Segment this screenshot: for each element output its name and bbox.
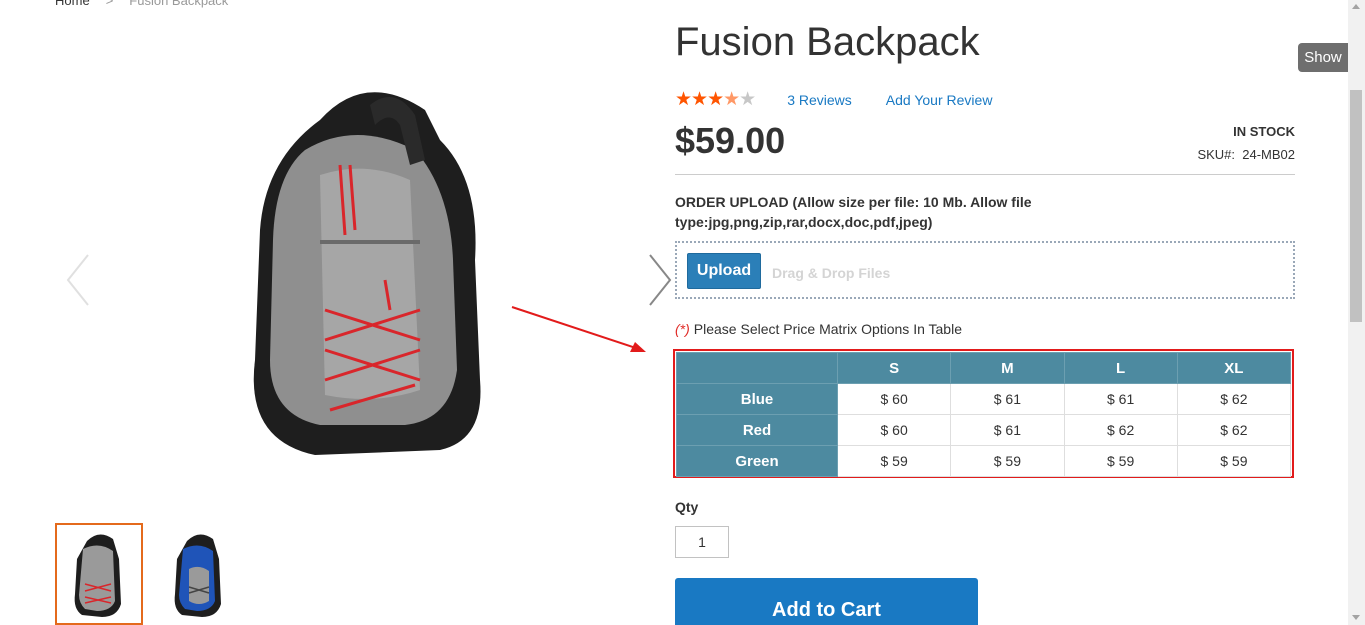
matrix-price-cell[interactable]: $ 61 <box>950 414 1065 446</box>
gallery-next-icon[interactable] <box>638 250 678 310</box>
product-title: Fusion Backpack <box>675 20 980 64</box>
thumbnail-blue-backpack[interactable] <box>155 523 243 625</box>
order-upload-label: ORDER UPLOAD (Allow size per file: 10 Mb… <box>675 194 1032 230</box>
page-scrollbar[interactable] <box>1348 0 1365 625</box>
gallery-prev-icon[interactable] <box>60 250 100 310</box>
required-marker: (*) <box>675 321 690 337</box>
thumbnail-gray-backpack[interactable] <box>55 523 143 625</box>
scroll-down-icon[interactable] <box>1352 615 1360 620</box>
price-matrix-note-text: Please Select Price Matrix Options In Ta… <box>693 321 962 337</box>
matrix-price-cell[interactable]: $ 59 <box>836 445 952 477</box>
matrix-price-cell[interactable]: $ 59 <box>950 445 1065 477</box>
product-info: Fusion Backpack ★★★★★ 3 Reviews Add Your… <box>673 20 1295 625</box>
scroll-thumb[interactable] <box>1350 90 1362 322</box>
qty-input[interactable]: 1 <box>675 526 729 558</box>
show-panel-tab[interactable]: Show <box>1298 43 1348 72</box>
backpack-blue-icon <box>174 534 221 617</box>
upload-button[interactable]: Upload <box>687 253 761 289</box>
scroll-up-icon[interactable] <box>1352 4 1360 9</box>
matrix-price-cell[interactable]: $ 62 <box>1176 414 1292 446</box>
matrix-header-row: S M L XL <box>676 352 1292 384</box>
stock-status: IN STOCK <box>1233 124 1295 139</box>
matrix-row-header: Blue <box>676 383 838 415</box>
breadcrumb: Home > Fusion Backpack <box>55 0 228 8</box>
matrix-price-cell[interactable]: $ 60 <box>836 383 952 415</box>
price-matrix-highlight: S M L XL Blue $ 60 $ 61 $ 61 $ 62 Red $ … <box>673 349 1294 478</box>
reviews-link[interactable]: 3 Reviews <box>787 92 852 108</box>
matrix-col-header: S <box>836 352 952 384</box>
annotation-arrow-icon <box>511 306 646 352</box>
product-sku: SKU#: 24-MB02 <box>1197 147 1295 162</box>
backpack-gray-icon <box>74 534 121 617</box>
rating-stars-icon: ★★★★★ <box>675 89 756 110</box>
thumbnail-strip <box>55 523 243 625</box>
divider <box>675 174 1295 175</box>
matrix-corner-cell <box>676 352 838 384</box>
matrix-col-header: M <box>950 352 1065 384</box>
rating-summary: ★★★★★ 3 Reviews Add Your Review <box>675 88 1026 111</box>
breadcrumb-home[interactable]: Home <box>55 0 90 8</box>
breadcrumb-current: Fusion Backpack <box>129 0 229 8</box>
add-review-link[interactable]: Add Your Review <box>886 92 993 108</box>
table-row: Red $ 60 $ 61 $ 62 $ 62 <box>676 414 1292 446</box>
sku-value: 24-MB02 <box>1242 147 1295 162</box>
matrix-price-cell[interactable]: $ 59 <box>1063 445 1178 477</box>
matrix-price-cell[interactable]: $ 61 <box>1063 383 1178 415</box>
sku-label: SKU#: <box>1197 147 1236 162</box>
matrix-price-cell[interactable]: $ 62 <box>1063 414 1178 446</box>
matrix-row-header: Red <box>676 414 838 446</box>
price-matrix-table: S M L XL Blue $ 60 $ 61 $ 61 $ 62 Red $ … <box>676 352 1292 477</box>
add-to-cart-button[interactable]: Add to Cart <box>675 578 978 625</box>
upload-dropzone[interactable]: Upload Drag & Drop Files <box>675 241 1295 299</box>
matrix-row-header: Green <box>676 445 838 477</box>
breadcrumb-separator: > <box>105 0 114 8</box>
price-matrix-note: (*) Please Select Price Matrix Options In… <box>675 321 962 337</box>
product-gallery <box>55 40 672 510</box>
drop-files-text: Drag & Drop Files <box>772 265 891 281</box>
product-main-image <box>253 92 481 455</box>
matrix-price-cell[interactable]: $ 59 <box>1176 445 1292 477</box>
matrix-price-cell[interactable]: $ 61 <box>950 383 1065 415</box>
qty-label: Qty <box>675 499 699 515</box>
matrix-col-header: XL <box>1176 352 1292 384</box>
matrix-col-header: L <box>1063 352 1178 384</box>
table-row: Blue $ 60 $ 61 $ 61 $ 62 <box>676 383 1292 415</box>
table-row: Green $ 59 $ 59 $ 59 $ 59 <box>676 445 1292 477</box>
matrix-price-cell[interactable]: $ 62 <box>1176 383 1292 415</box>
matrix-price-cell[interactable]: $ 60 <box>836 414 952 446</box>
product-price: $59.00 <box>675 120 786 161</box>
